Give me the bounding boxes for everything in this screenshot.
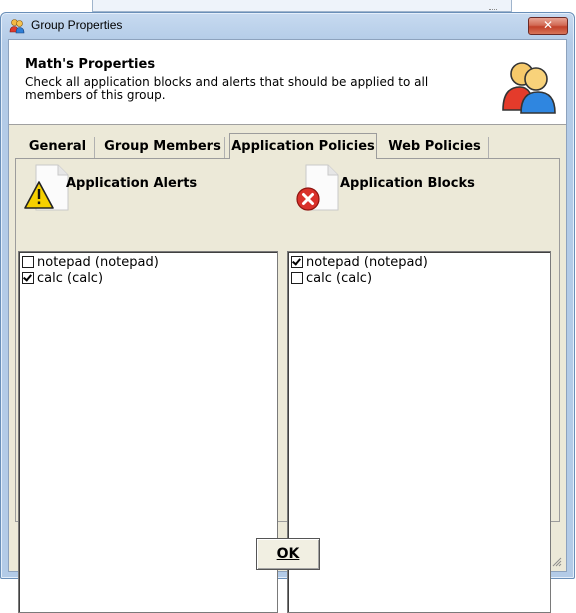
background-window-edge — [92, 0, 512, 12]
page-title: Math's Properties — [25, 57, 156, 72]
tab-web-policies[interactable]: Web Policies — [381, 137, 489, 158]
list-item-label: notepad (notepad) — [306, 254, 428, 270]
application-blocks-title: Application Blocks — [340, 176, 475, 191]
dialog-footer: OK — [9, 522, 566, 571]
ok-button[interactable]: OK — [256, 538, 320, 570]
dialog-client-area: Math's Properties Check all application … — [8, 39, 567, 613]
tab-application-policies[interactable]: Application Policies — [229, 133, 377, 159]
group-people-icon — [9, 19, 25, 34]
block-notepad-checkbox[interactable] — [291, 256, 303, 268]
block-calc-checkbox[interactable] — [291, 272, 303, 284]
alert-notepad-checkbox[interactable] — [22, 256, 34, 268]
list-item[interactable]: calc (calc) — [291, 270, 550, 286]
group-people-icon — [502, 62, 556, 114]
error-document-icon — [296, 164, 339, 211]
application-alerts-title: Application Alerts — [66, 176, 198, 191]
header-description: Check all application blocks and alerts … — [25, 75, 429, 102]
header-panel: Math's Properties Check all application … — [9, 40, 566, 125]
list-item-label: calc (calc) — [306, 270, 373, 286]
title-bar[interactable]: Group Properties ✕ — [1, 13, 574, 39]
tab-general[interactable]: General — [21, 137, 95, 158]
group-properties-dialog: Group Properties ✕ Math's Properties Che… — [0, 12, 575, 613]
window-title: Group Properties — [31, 18, 123, 32]
tab-group-members[interactable]: Group Members — [101, 137, 225, 158]
list-item[interactable]: notepad (notepad) — [291, 254, 550, 270]
list-item-label: calc (calc) — [37, 270, 104, 286]
alert-calc-checkbox[interactable] — [22, 272, 34, 284]
resize-grip-icon[interactable] — [551, 556, 562, 567]
background-window-grip — [489, 6, 497, 10]
application-policies-panel: Application Alerts notepad (notepad) cal… — [15, 158, 560, 613]
close-icon: ✕ — [542, 18, 554, 32]
list-item-label: notepad (notepad) — [37, 254, 159, 270]
tab-strip: General Group Members Application Polici… — [15, 133, 555, 159]
warning-document-icon — [24, 164, 69, 211]
list-item[interactable]: notepad (notepad) — [22, 254, 277, 270]
list-item[interactable]: calc (calc) — [22, 270, 277, 286]
close-button[interactable]: ✕ — [528, 17, 568, 35]
ok-button-label: OK — [276, 546, 300, 562]
